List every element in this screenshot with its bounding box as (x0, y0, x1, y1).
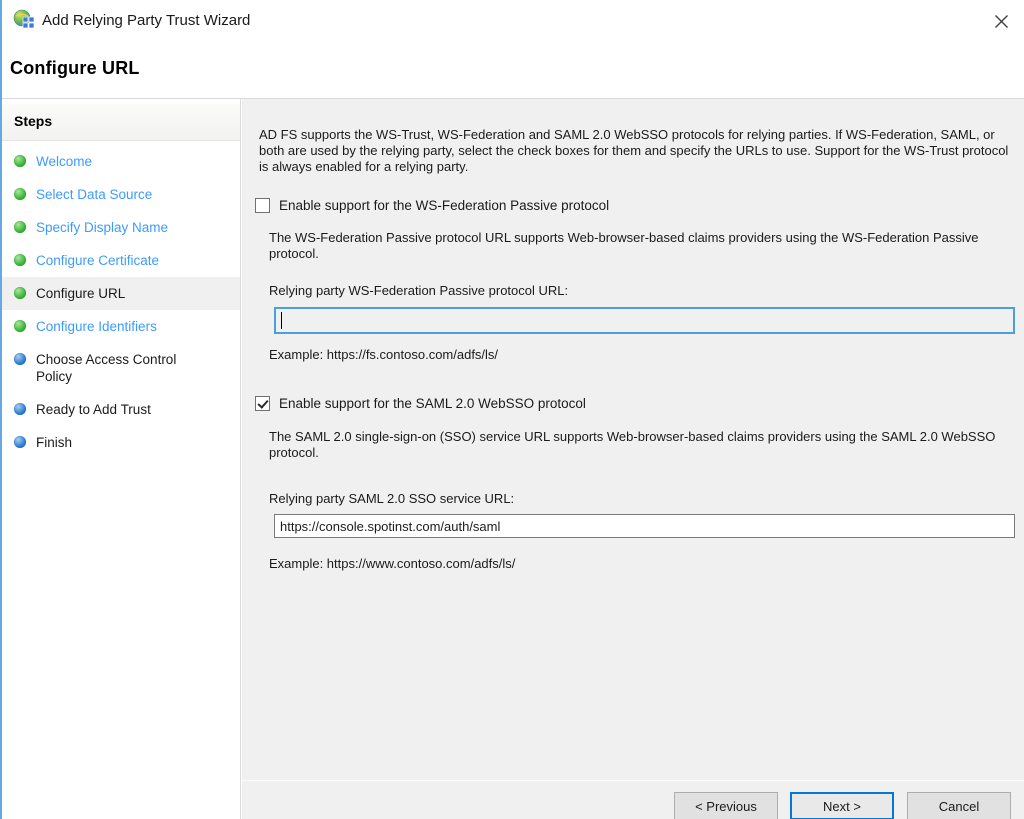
wsfed-checkbox[interactable] (255, 198, 270, 213)
step-label: Configure Certificate (36, 252, 159, 269)
wsfed-url-input[interactable] (274, 307, 1015, 334)
step-label: Ready to Add Trust (36, 401, 151, 418)
sidebar-step-ready-to-add-trust[interactable]: Ready to Add Trust (2, 393, 240, 426)
wizard-window: Add Relying Party Trust Wizard Configure… (0, 0, 1024, 819)
step-label: Select Data Source (36, 186, 152, 203)
wsfed-checkbox-label: Enable support for the WS-Federation Pas… (279, 198, 609, 213)
titlebar: Add Relying Party Trust Wizard (2, 0, 1024, 40)
saml-description: The SAML 2.0 single-sign-on (SSO) servic… (269, 429, 999, 461)
steps-header: Steps (2, 104, 240, 141)
sidebar-step-configure-identifiers[interactable]: Configure Identifiers (2, 310, 240, 343)
step-label: Welcome (36, 153, 92, 170)
saml-checkbox-label: Enable support for the SAML 2.0 WebSSO p… (279, 396, 586, 411)
footer-divider (242, 780, 1024, 781)
close-icon[interactable] (988, 8, 1014, 34)
saml-example-text: Example: https://www.contoso.com/adfs/ls… (269, 556, 515, 571)
step-status-dot (14, 353, 26, 365)
saml-url-input[interactable] (274, 514, 1015, 538)
step-label: Finish (36, 434, 72, 451)
sidebar-step-configure-certificate[interactable]: Configure Certificate (2, 244, 240, 277)
page-title: Configure URL (10, 58, 140, 79)
step-status-dot (14, 403, 26, 415)
wizard-content-panel: AD FS supports the WS-Trust, WS-Federati… (242, 99, 1024, 819)
sidebar-step-specify-display-name[interactable]: Specify Display Name (2, 211, 240, 244)
window-title: Add Relying Party Trust Wizard (42, 12, 250, 29)
intro-text: AD FS supports the WS-Trust, WS-Federati… (259, 127, 1011, 175)
sidebar-step-finish[interactable]: Finish (2, 426, 240, 459)
wsfed-description: The WS-Federation Passive protocol URL s… (269, 230, 999, 262)
step-status-dot (14, 287, 26, 299)
sidebar-step-select-data-source[interactable]: Select Data Source (2, 178, 240, 211)
wsfed-url-label: Relying party WS-Federation Passive prot… (269, 283, 568, 298)
step-label: Specify Display Name (36, 219, 168, 236)
cancel-button[interactable]: Cancel (907, 792, 1011, 819)
sidebar-step-configure-url[interactable]: Configure URL (2, 277, 240, 310)
saml-url-label: Relying party SAML 2.0 SSO service URL: (269, 491, 514, 506)
saml-checkbox[interactable] (255, 396, 270, 411)
adfs-app-icon (12, 9, 36, 33)
step-status-dot (14, 221, 26, 233)
next-button[interactable]: Next > (790, 792, 894, 819)
saml-url-input-wrap (274, 514, 1015, 538)
step-status-dot (14, 436, 26, 448)
saml-checkbox-row[interactable]: Enable support for the SAML 2.0 WebSSO p… (255, 396, 586, 411)
wsfed-url-input-wrap (274, 307, 1015, 334)
sidebar-step-welcome[interactable]: Welcome (2, 145, 240, 178)
sidebar-step-choose-access-control-policy[interactable]: Choose Access Control Policy (2, 343, 240, 393)
step-status-dot (14, 254, 26, 266)
previous-button[interactable]: < Previous (674, 792, 778, 819)
wsfed-checkbox-row[interactable]: Enable support for the WS-Federation Pas… (255, 198, 609, 213)
step-label: Configure URL (36, 285, 125, 302)
steps-list: Welcome Select Data Source Specify Displ… (2, 141, 240, 459)
step-status-dot (14, 188, 26, 200)
step-status-dot (14, 155, 26, 167)
steps-sidebar: Steps Welcome Select Data Source Specify… (2, 99, 241, 819)
wsfed-example-text: Example: https://fs.contoso.com/adfs/ls/ (269, 347, 498, 362)
step-label: Choose Access Control Policy (36, 351, 216, 385)
step-status-dot (14, 320, 26, 332)
step-label: Configure Identifiers (36, 318, 157, 335)
